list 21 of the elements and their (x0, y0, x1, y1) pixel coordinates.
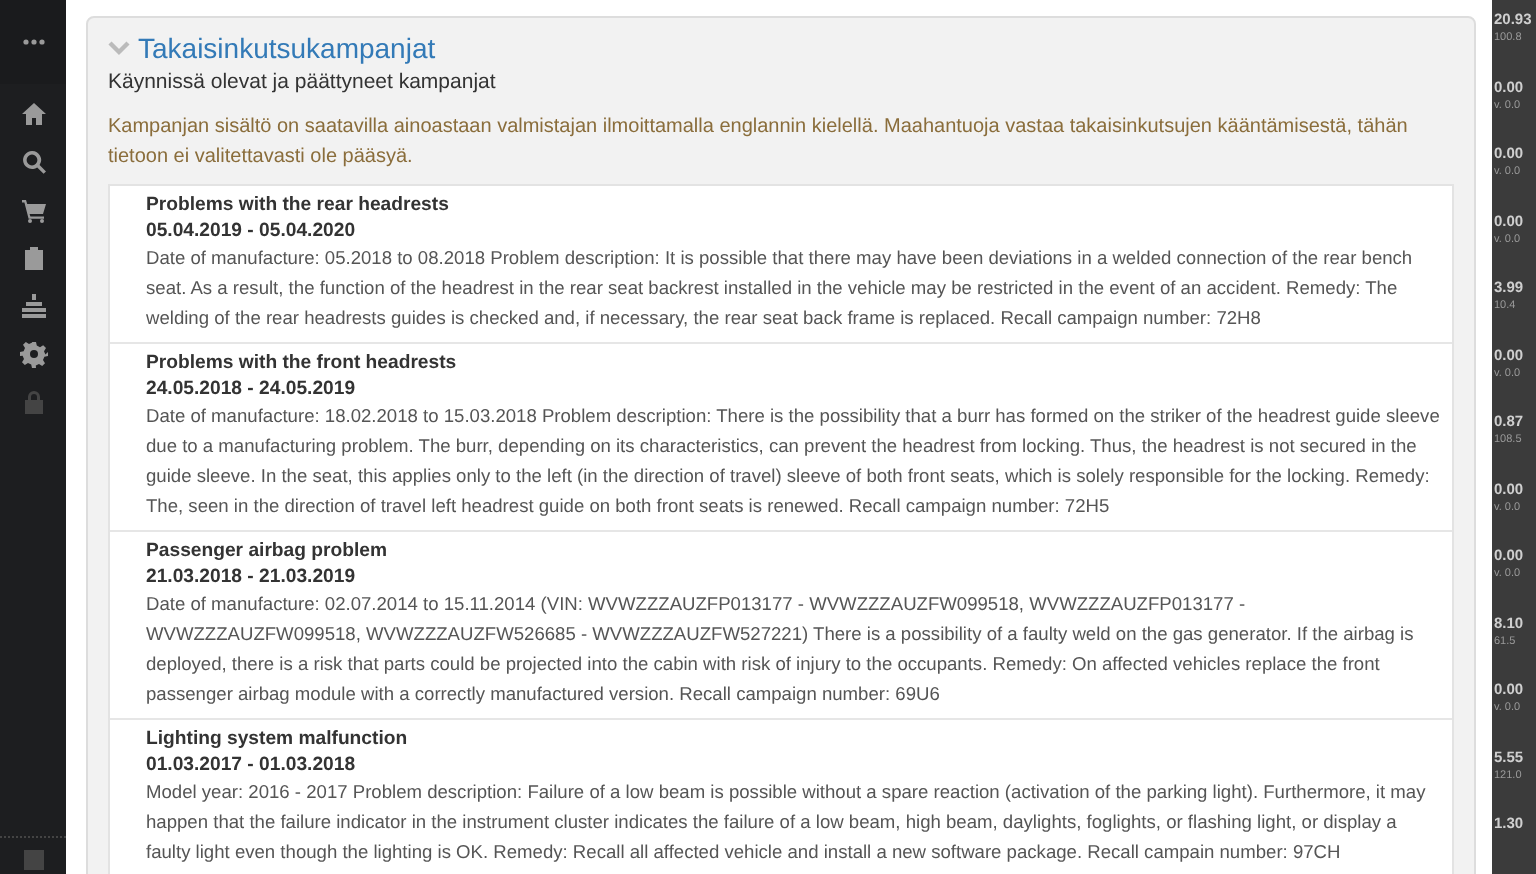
stack-icon[interactable] (19, 292, 47, 320)
panel-subtitle: Käynnissä olevat ja päättyneet kampanjat (108, 70, 498, 94)
campaign-title: Problems with the front headrests (146, 352, 459, 376)
campaign-dates: 24.05.2018 - 24.05.2019 (146, 376, 358, 402)
campaign-dates: 05.04.2019 - 05.04.2020 (146, 218, 358, 244)
campaign-title: Problems with the rear headrests (146, 194, 451, 218)
campaign-title: Lighting system malfunction (146, 728, 410, 752)
campaign-dates: 01.03.2017 - 01.03.2018 (146, 752, 358, 778)
campaign-description: Date of manufacture: 02.07.2014 to 15.11.2014 (VIN: WVWZZZAUZFP013177 - WVWZZZAUZFW099518, WVWZZZAUZFP013177 - WVWZZZAUZFW099518, WVWZZZAUZFW526685 - WVWZZZAUZFW527221) There is a possibility of a faulty weld on the gas generator. If the airbag is deployed, there is a risk that parts could be projected into the cabin with risk of injury to the occupants. Remedy: On affected vehicles replace the front passenger airbag module with a correctly manufactured version. Recall campaign number: 69U6 (146, 592, 1416, 708)
campaign-description: Date of manufacture: 05.2018 to 08.2018 Problem description: It is possible that there may have been deviations in a welded connection of the rear bench seat. As a result, the function of the headrest in the rear seat backrest installed in the vehicle may be restricted in the event of an accident. Remedy: The welding of the rear headrests guides is checked and, if necessary, the rear seat back frame is replaced. Recall campaign number: 72H8 (146, 246, 1415, 332)
notice-text: Kampanjan sisältö on saatavilla ainoastaan valmistajan ilmoittamalla englannin kielellä. Maahantuoja vastaa takaisinkutsujen kääntämisestä, tähän tietoon ei valitettavasti ole pääsyä. (108, 114, 1410, 172)
panel-title[interactable]: Takaisinkutsukampanjat (138, 32, 436, 64)
home-icon[interactable] (19, 100, 47, 128)
gear-icon[interactable] (19, 340, 47, 368)
campaign-description: Model year: 2016 - 2017 Problem description: Failure of a low beam is possible without a spare reaction (activation of the parking light). Furthermore, it may happen that the failure indicator in the instrument cluster indicates the failure of a low beam, high beam, daylights, foglights, or flashing light, or display a faulty light even though the lighting is OK. Remedy: Recall all affected vehicle and install a new software package. Recall campain number: 97CH (146, 780, 1428, 866)
search-icon[interactable] (19, 148, 47, 176)
cart-icon[interactable] (19, 196, 47, 224)
campaign-dates: 21.03.2018 - 21.03.2019 (146, 564, 358, 590)
clipboard-icon[interactable] (19, 244, 47, 272)
campaign-title: Passenger airbag problem (146, 540, 389, 564)
campaign-description: Date of manufacture: 18.02.2018 to 15.03.2018 Problem description: There is the possibility that a burr has formed on the striker of the headrest guide sleeve due to a manufacturing problem. The burr, depending on its characteristics, can prevent the headrest from locking. Thus, the headrest is not secured in the guide sleeve. In the seat, this applies only to the left (in the direction of travel) sleeve of both front seats, which is solely responsible for the locking. Remedy: The, seen in the direction of travel left headrest guide on both front seats is renewed. Recall campaign number: 72H5 (146, 404, 1440, 520)
